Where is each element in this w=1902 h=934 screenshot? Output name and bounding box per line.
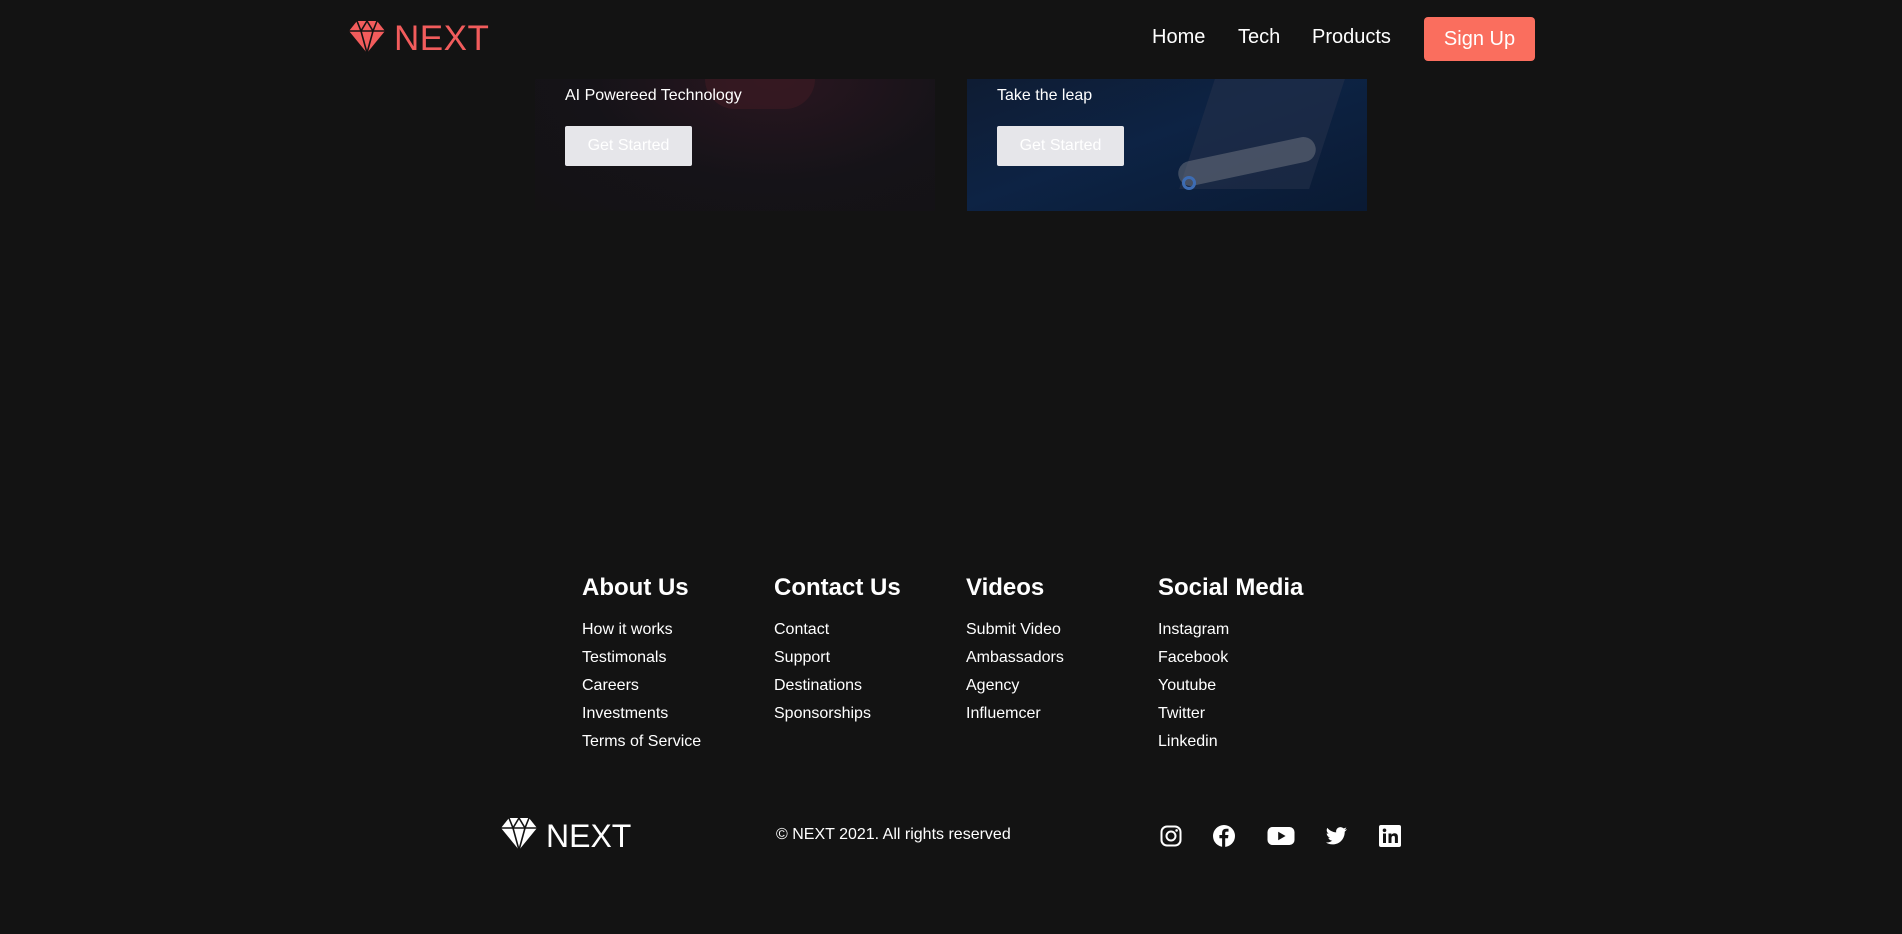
footer-link-support[interactable]: Support [774,648,901,668]
feature-card: AI Powereed Technology Get Started [535,79,935,211]
card-image-overlay [1182,176,1196,190]
footer-link-submit-video[interactable]: Submit Video [966,620,1064,640]
footer-link-terms[interactable]: Terms of Service [582,732,701,752]
footer-link-destinations[interactable]: Destinations [774,676,901,696]
feature-card: Take the leap Get Started [967,79,1367,211]
footer-link-ambassadors[interactable]: Ambassadors [966,648,1064,668]
youtube-icon[interactable] [1267,824,1295,848]
footer-link-instagram[interactable]: Instagram [1158,620,1303,640]
instagram-icon[interactable] [1159,824,1183,848]
page: NEXT Home Tech Products Sign Up AI Power… [0,0,1902,934]
gem-icon [348,18,386,59]
footer-column-title: Social Media [1158,574,1304,601]
footer-link-testimonials[interactable]: Testimonals [582,648,701,668]
brand-name: NEXT [394,19,490,58]
footer-logo-link[interactable]: NEXT [500,815,632,856]
copyright-text: © NEXT 2021. All rights reserved [776,826,1011,843]
navbar: NEXT Home Tech Products Sign Up [0,0,1902,79]
footer-link-how-it-works[interactable]: How it works [582,620,701,640]
nav-link-tech[interactable]: Tech [1238,26,1280,49]
card-description: AI Powereed Technology [565,87,742,104]
brand-logo-link[interactable]: NEXT [348,17,489,61]
footer-link-influencer[interactable]: Influemcer [966,704,1064,724]
nav-link-home[interactable]: Home [1152,26,1205,49]
footer-link-agency[interactable]: Agency [966,676,1064,696]
footer-link-sponsorships[interactable]: Sponsorships [774,704,901,724]
card-description: Take the leap [997,87,1093,104]
footer-column-about: About Us How it works Testimonals Career… [582,572,701,760]
footer-brand-name: NEXT [546,817,632,854]
get-started-button[interactable]: Get Started [997,126,1124,166]
footer-link-contact[interactable]: Contact [774,620,901,640]
linkedin-icon[interactable] [1378,824,1402,848]
twitter-icon[interactable] [1324,824,1348,848]
footer-link-linkedin[interactable]: Linkedin [1158,732,1303,752]
get-started-button[interactable]: Get Started [565,126,692,166]
footer-column-title: About Us [582,574,689,601]
signup-button[interactable]: Sign Up [1424,17,1535,61]
footer-column-videos: Videos Submit Video Ambassadors Agency I… [966,572,1064,732]
footer-column-contact: Contact Us Contact Support Destinations … [774,572,901,732]
footer-link-careers[interactable]: Careers [582,676,701,696]
footer-link-youtube[interactable]: Youtube [1158,676,1303,696]
footer-link-investments[interactable]: Investments [582,704,701,724]
gem-icon [500,815,538,856]
footer-link-twitter[interactable]: Twitter [1158,704,1303,724]
footer-column-title: Contact Us [774,574,901,601]
nav-link-products[interactable]: Products [1312,26,1391,49]
footer-column-title: Videos [966,574,1045,601]
facebook-icon[interactable] [1212,824,1236,848]
footer-column-social: Social Media Instagram Facebook Youtube … [1158,572,1303,760]
footer-link-facebook[interactable]: Facebook [1158,648,1303,668]
